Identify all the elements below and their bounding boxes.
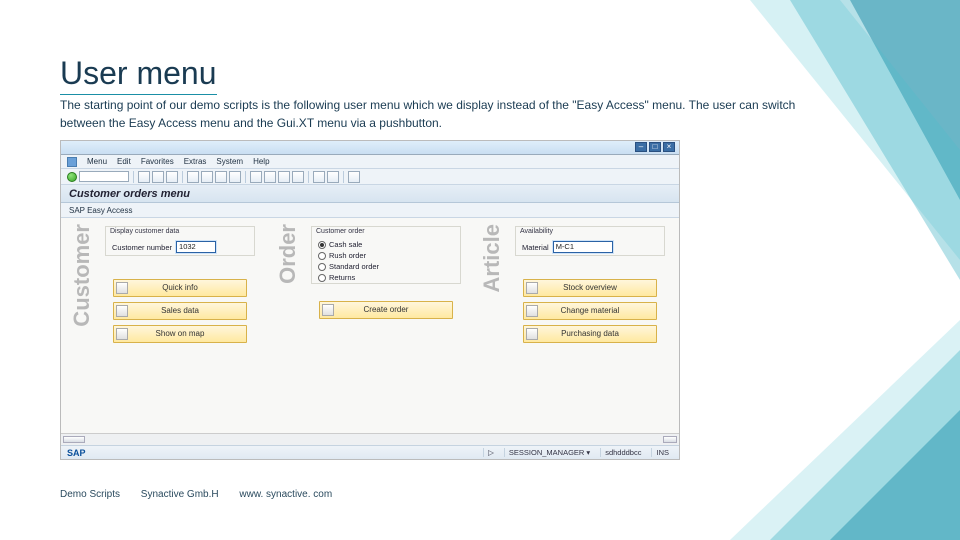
toolbar-icon[interactable] (348, 171, 360, 183)
toolbar-icon[interactable] (250, 171, 262, 183)
map-icon (116, 328, 128, 340)
toolbar-icon[interactable] (264, 171, 276, 183)
radio-cash-sale[interactable] (318, 241, 326, 249)
sales-data-button[interactable]: Sales data (113, 302, 247, 320)
status-item[interactable]: ▷ (483, 448, 498, 457)
menu-item[interactable]: Extras (184, 157, 207, 166)
toolbar-icon[interactable] (166, 171, 178, 183)
sap-window: – □ × Menu Edit Favorites Extras System … (60, 140, 680, 460)
stock-overview-button[interactable]: Stock overview (523, 279, 657, 297)
toolbar-icon[interactable] (138, 171, 150, 183)
create-icon (322, 304, 334, 316)
radio-standard-order[interactable] (318, 263, 326, 271)
radio-rush-order[interactable] (318, 252, 326, 260)
toolbar-icon[interactable] (152, 171, 164, 183)
menu-item[interactable]: System (216, 157, 243, 166)
menu-item[interactable]: Menu (87, 157, 107, 166)
footer-item: Demo Scripts (60, 489, 120, 500)
menu-item[interactable]: Edit (117, 157, 131, 166)
sap-statusbar: SAP ▷ SESSION_MANAGER ▾ sdhdddbcc INS (61, 445, 679, 459)
panel-heading: Customer order (312, 227, 460, 239)
command-field[interactable] (79, 171, 129, 182)
column-label-order: Order (275, 224, 301, 284)
slide-title: User menu (60, 55, 217, 95)
panel-customer-data: Display customer data Customer number 10… (105, 226, 255, 256)
create-order-button[interactable]: Create order (319, 301, 453, 319)
edit-icon (526, 305, 538, 317)
slide-description: The starting point of our demo scripts i… (60, 96, 800, 132)
decor-triangle-bottom (710, 320, 960, 540)
info-icon (116, 282, 128, 294)
list-icon (116, 305, 128, 317)
purchase-icon (526, 328, 538, 340)
sap-logo: SAP (67, 448, 86, 458)
quick-info-button[interactable]: Quick info (113, 279, 247, 297)
menu-item[interactable]: Help (253, 157, 269, 166)
show-map-button[interactable]: Show on map (113, 325, 247, 343)
toolbar-icon[interactable] (278, 171, 290, 183)
radio-returns[interactable] (318, 274, 326, 282)
customer-number-input[interactable]: 1032 (176, 241, 216, 253)
toolbar-icon[interactable] (313, 171, 325, 183)
panel-customer-order: Customer order Cash sale Rush order Stan… (311, 226, 461, 284)
status-ins: INS (651, 448, 673, 457)
footer-item: Synactive Gmb.H (141, 489, 219, 500)
footer-item: www. synactive. com (239, 489, 332, 500)
purchasing-data-button[interactable]: Purchasing data (523, 325, 657, 343)
change-material-button[interactable]: Change material (523, 302, 657, 320)
toolbar-icon[interactable] (201, 171, 213, 183)
toolbar-icon[interactable] (327, 171, 339, 183)
customer-number-label: Customer number (112, 243, 172, 252)
minimize-button[interactable]: – (635, 142, 647, 152)
sap-titlebar: – □ × (61, 141, 679, 155)
enter-icon[interactable] (67, 172, 77, 182)
horizontal-scrollbar[interactable] (61, 433, 679, 445)
panel-availability: Availability Material M-C1 (515, 226, 665, 256)
sap-menubar: Menu Edit Favorites Extras System Help (61, 155, 679, 169)
toolbar-icon[interactable] (187, 171, 199, 183)
status-session[interactable]: SESSION_MANAGER ▾ (504, 448, 594, 457)
sap-body: Customer Display customer data Customer … (61, 218, 679, 446)
toolbar-icon[interactable] (215, 171, 227, 183)
sap-toolbar (61, 169, 679, 185)
sap-logo-icon (67, 157, 77, 167)
panel-heading: Display customer data (106, 227, 254, 239)
material-label: Material (522, 243, 549, 252)
sap-subtoolbar[interactable]: SAP Easy Access (61, 203, 679, 218)
slide-footer: Demo Scripts Synactive Gmb.H www. synact… (60, 489, 350, 500)
decor-triangle-top (710, 0, 960, 280)
status-system: sdhdddbcc (600, 448, 645, 457)
sap-screen-title: Customer orders menu (61, 185, 679, 203)
toolbar-icon[interactable] (292, 171, 304, 183)
maximize-button[interactable]: □ (649, 142, 661, 152)
stock-icon (526, 282, 538, 294)
column-label-article: Article (479, 224, 505, 292)
toolbar-icon[interactable] (229, 171, 241, 183)
menu-item[interactable]: Favorites (141, 157, 174, 166)
material-input[interactable]: M-C1 (553, 241, 613, 253)
column-label-customer: Customer (69, 224, 95, 327)
close-button[interactable]: × (663, 142, 675, 152)
panel-heading: Availability (516, 227, 664, 239)
